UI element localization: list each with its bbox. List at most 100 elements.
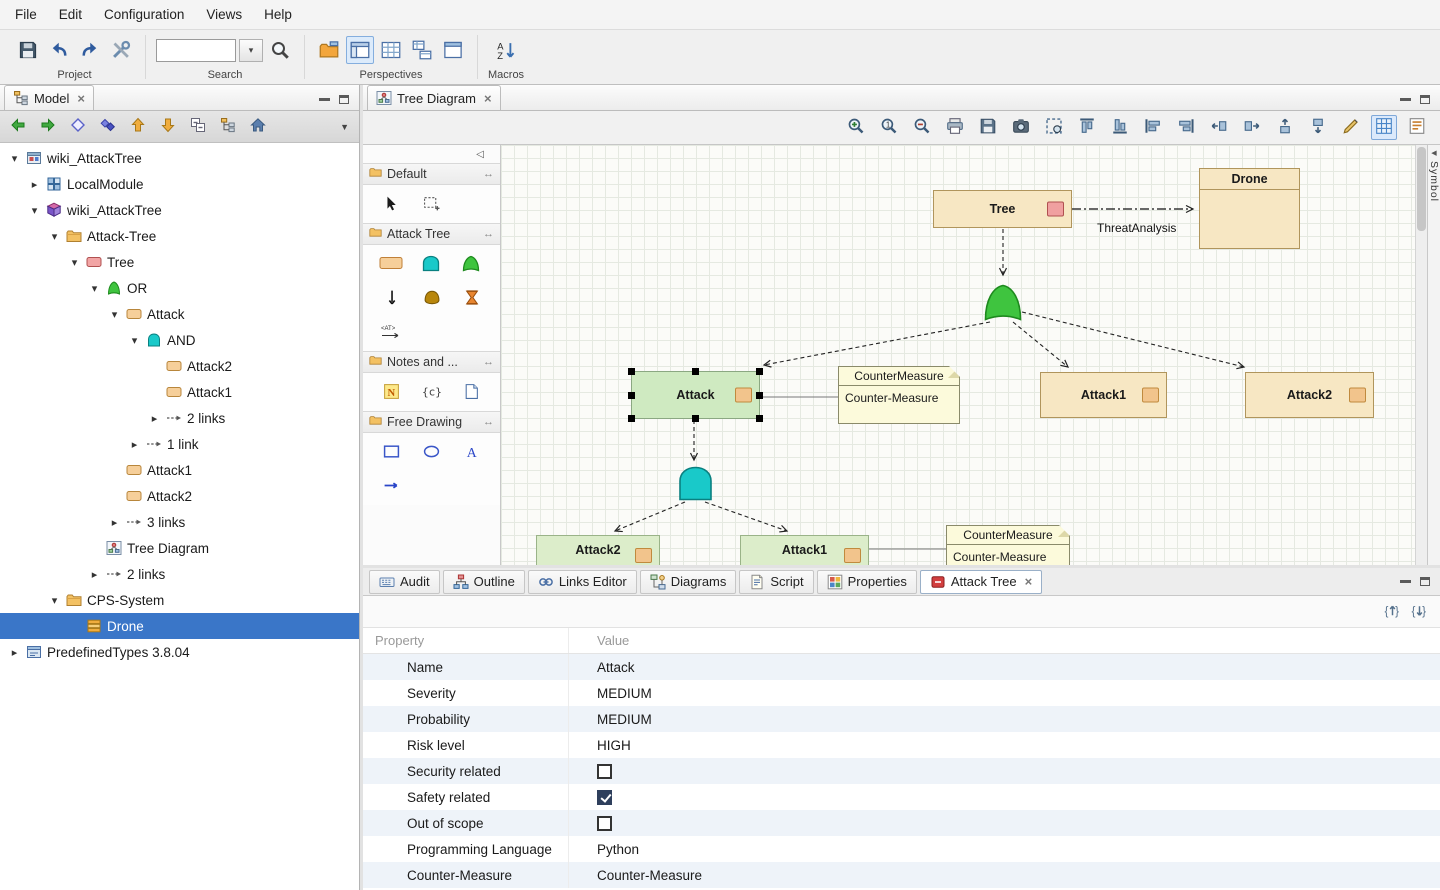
palette-group-header[interactable]: Default↔ (363, 163, 500, 185)
tree-item-or[interactable]: ▾OR (0, 275, 359, 301)
open-perspective-button[interactable] (315, 36, 343, 64)
tree-item-attack2[interactable]: Attack2 (0, 483, 359, 509)
property-value[interactable]: Counter-Measure (597, 868, 702, 883)
tree-caret-icon[interactable]: ▾ (86, 282, 103, 295)
countermeasure-note-2[interactable]: CounterMeasure Counter-Measure (946, 525, 1070, 565)
minimize-icon[interactable] (319, 98, 330, 101)
diamond-outline-button[interactable] (66, 115, 90, 139)
diagram-view-button[interactable] (408, 36, 436, 64)
view-menu-icon[interactable]: ▼ (340, 122, 353, 132)
table-view-button[interactable] (377, 36, 405, 64)
pen-button[interactable] (1338, 115, 1364, 140)
expand-arrows-icon[interactable]: ↔ (483, 228, 494, 240)
menu-configuration[interactable]: Configuration (93, 3, 195, 26)
cursor-tool[interactable] (371, 190, 411, 216)
selection-handle[interactable] (628, 415, 635, 422)
move-left-button[interactable] (1206, 115, 1232, 140)
tab-outline[interactable]: Outline (443, 570, 525, 594)
search-history-dropdown[interactable]: ▾ (239, 39, 263, 62)
home-button[interactable] (246, 115, 270, 139)
profile-button[interactable] (1404, 115, 1430, 140)
countermeasure-note[interactable]: CounterMeasure Counter-Measure (838, 366, 960, 424)
tree-caret-icon[interactable]: ▾ (6, 152, 23, 165)
expand-arrows-icon[interactable]: ↔ (483, 416, 494, 428)
tree-item-attack2[interactable]: Attack2 (0, 353, 359, 379)
menu-file[interactable]: File (4, 3, 48, 26)
search-input[interactable] (156, 39, 236, 62)
property-value[interactable]: MEDIUM (597, 712, 652, 727)
tree-item-and[interactable]: ▾AND (0, 327, 359, 353)
save-diagram-button[interactable] (975, 115, 1001, 140)
tree-item-3-links[interactable]: ▸3 links (0, 509, 359, 535)
safety-related-checkbox[interactable] (597, 790, 612, 805)
close-icon[interactable]: × (484, 91, 492, 106)
align-right-button[interactable] (1173, 115, 1199, 140)
sort-desc-button[interactable]: {} (1411, 602, 1428, 622)
and-gate[interactable] (677, 465, 714, 502)
tree-diagram-tab[interactable]: Tree Diagram × (367, 85, 501, 110)
window-view-button[interactable] (439, 36, 467, 64)
screenshot-button[interactable] (1008, 115, 1034, 140)
attack-node-tool[interactable] (371, 250, 411, 276)
link-view-button[interactable] (216, 115, 240, 139)
maximize-icon[interactable] (1420, 577, 1430, 586)
attack2-leaf-node[interactable]: Attack2 (536, 535, 660, 565)
tools-button[interactable] (107, 36, 135, 64)
tree-caret-icon[interactable]: ▾ (46, 594, 63, 607)
perspective-button[interactable] (346, 36, 374, 64)
tree-item-cps-system[interactable]: ▾CPS-System (0, 587, 359, 613)
grid-button[interactable] (1371, 115, 1397, 140)
expand-arrows-icon[interactable]: ↔ (483, 168, 494, 180)
or-gate[interactable] (983, 283, 1023, 322)
tab-audit[interactable]: Audit (369, 570, 440, 594)
countermeasure-tool[interactable] (411, 284, 451, 310)
tree-item-localmodule[interactable]: ▸LocalModule (0, 171, 359, 197)
maximize-icon[interactable] (1420, 95, 1430, 104)
sequence-arrow-tool[interactable] (371, 284, 411, 310)
tree-caret-icon[interactable]: ▸ (126, 438, 143, 451)
zoom-original-button[interactable]: 1 (876, 115, 902, 140)
comment-tool[interactable] (451, 378, 491, 404)
diamond-double-button[interactable] (96, 115, 120, 139)
close-icon[interactable]: × (77, 91, 85, 106)
constraint-tool[interactable]: {c} (411, 378, 451, 404)
tab-properties[interactable]: Properties (817, 570, 917, 594)
tree-item-attack1[interactable]: Attack1 (0, 457, 359, 483)
selection-handle[interactable] (756, 415, 763, 422)
forward-button[interactable] (36, 115, 60, 139)
tree-caret-icon[interactable]: ▸ (146, 412, 163, 425)
selection-handle[interactable] (692, 415, 699, 422)
property-value[interactable]: MEDIUM (597, 686, 652, 701)
property-value[interactable]: Attack (597, 660, 635, 675)
property-value[interactable]: Python (597, 842, 639, 857)
attack-node[interactable]: Attack (631, 371, 760, 419)
tab-script[interactable]: Script (739, 570, 813, 594)
diagram-canvas[interactable]: Tree Drone ThreatAnalysis (501, 145, 1415, 565)
collapse-all-button[interactable] (186, 115, 210, 139)
out-of-scope-checkbox[interactable] (597, 816, 612, 831)
close-icon[interactable]: × (1025, 574, 1033, 589)
align-left-button[interactable] (1140, 115, 1166, 140)
menu-views[interactable]: Views (195, 3, 253, 26)
zoom-out-button[interactable] (909, 115, 935, 140)
scrollbar-thumb[interactable] (1417, 147, 1426, 231)
search-button[interactable] (266, 36, 294, 64)
attack2-node[interactable]: Attack2 (1245, 372, 1374, 418)
back-button[interactable] (6, 115, 30, 139)
move-right-button[interactable] (1239, 115, 1265, 140)
tree-caret-icon[interactable]: ▸ (6, 646, 23, 659)
selection-handle[interactable] (628, 392, 635, 399)
expand-arrows-icon[interactable]: ↔ (483, 356, 494, 368)
print-diagram-button[interactable] (942, 115, 968, 140)
selection-handle[interactable] (756, 368, 763, 375)
tab-diagrams[interactable]: Diagrams (640, 570, 737, 594)
or-gate-tool[interactable] (451, 250, 491, 276)
tree-item-2-links[interactable]: ▸2 links (0, 405, 359, 431)
menu-help[interactable]: Help (253, 3, 303, 26)
drone-node[interactable]: Drone (1199, 168, 1300, 249)
redo-button[interactable] (76, 36, 104, 64)
tree-caret-icon[interactable]: ▾ (26, 204, 43, 217)
ellipse-tool[interactable] (411, 438, 451, 464)
tree-caret-icon[interactable]: ▸ (86, 568, 103, 581)
zoom-in-button[interactable] (843, 115, 869, 140)
